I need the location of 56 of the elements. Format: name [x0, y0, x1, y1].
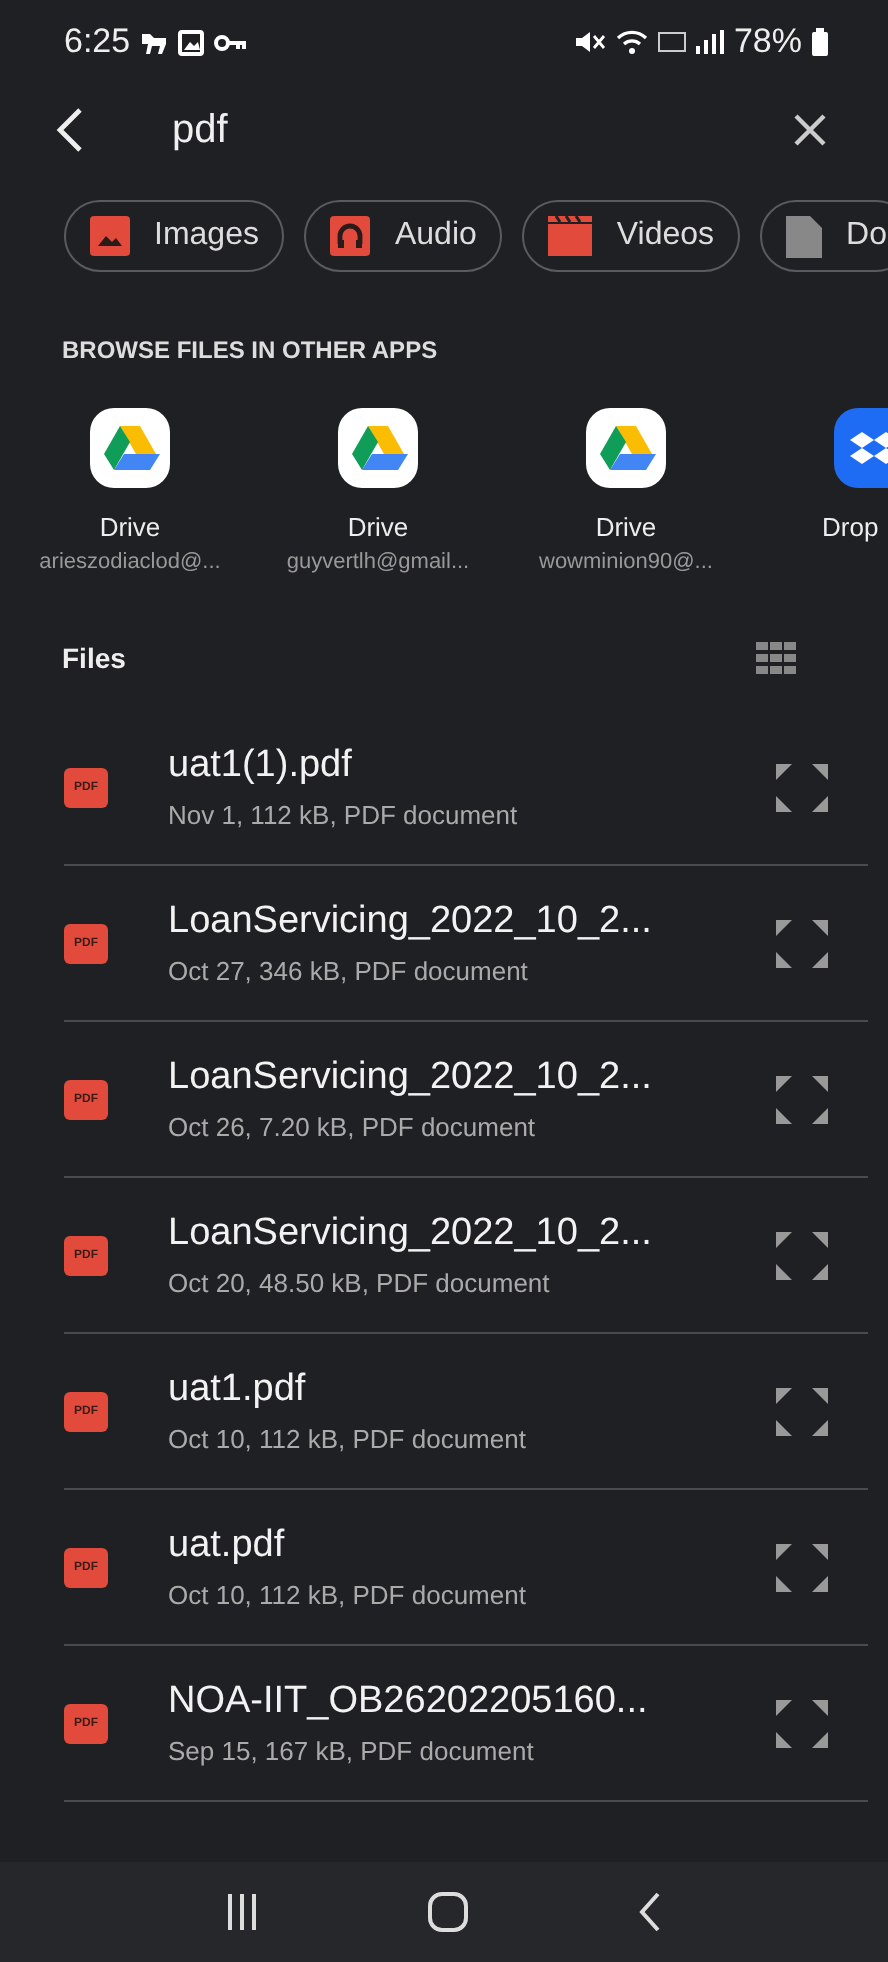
account-email: guyvertlh@gmail... — [286, 550, 470, 574]
file-details: Sep 15, 167 kB, PDF document — [168, 1736, 536, 1766]
file-details: Oct 27, 346 kB, PDF document — [168, 956, 530, 986]
filter-chip[interactable]: Do — [760, 200, 888, 272]
clock-time: 6:25 — [64, 22, 131, 62]
file-details: Oct 26, 7.20 kB, PDF document — [168, 1112, 538, 1142]
home-icon[interactable] — [427, 1892, 468, 1932]
app-name: Drop — [822, 512, 879, 542]
close-icon[interactable] — [792, 112, 828, 148]
file-name: LoanServicing_2022_10_2... — [168, 1056, 654, 1100]
key-icon — [214, 33, 247, 51]
signal-icon — [695, 30, 724, 54]
battery-icon — [812, 28, 828, 56]
file-name: LoanServicing_2022_10_2... — [168, 1212, 654, 1256]
wifi-icon — [615, 30, 648, 54]
expand-icon[interactable] — [776, 919, 828, 967]
back-icon[interactable] — [638, 1892, 663, 1932]
file-details: Nov 1, 112 kB, PDF document — [168, 800, 520, 830]
account-email: wowminion90@... — [539, 550, 713, 574]
expand-icon[interactable] — [776, 1387, 828, 1435]
file-details: Oct 10, 112 kB, PDF document — [168, 1580, 528, 1610]
app-name: Drive — [595, 512, 657, 542]
expand-icon[interactable] — [776, 1699, 828, 1747]
image-icon — [90, 216, 130, 256]
filter-chip[interactable]: Videos — [522, 200, 741, 272]
filter-chip[interactable]: Audio — [304, 200, 503, 272]
expand-icon[interactable] — [776, 1231, 828, 1279]
search-field[interactable]: pdf — [124, 107, 752, 153]
file-details: Oct 10, 112 kB, PDF document — [168, 1424, 528, 1454]
expand-icon[interactable] — [776, 1075, 828, 1123]
drive-app-icon[interactable] — [90, 408, 170, 488]
recent-apps-icon[interactable] — [225, 1894, 258, 1930]
headphones-icon — [330, 216, 371, 256]
filter-chip[interactable]: Images — [64, 200, 285, 272]
drive-app-icon[interactable] — [586, 408, 666, 488]
file-name: LoanServicing_2022_10_2... — [168, 900, 654, 944]
expand-icon[interactable] — [776, 1543, 828, 1591]
section-title: BROWSE FILES IN OTHER APPS — [60, 334, 440, 364]
app-name: Drive — [99, 512, 161, 542]
drive-app-icon[interactable] — [338, 408, 418, 488]
image-icon — [178, 29, 205, 55]
mute-icon — [573, 30, 606, 54]
battery-percentage: 78% — [733, 22, 802, 62]
grid-view-icon[interactable] — [756, 642, 796, 674]
back-icon[interactable] — [56, 106, 84, 154]
document-icon — [786, 214, 823, 258]
file-name: uat1(1).pdf — [168, 744, 354, 788]
expand-icon[interactable] — [776, 763, 828, 811]
file-details: Oct 20, 48.50 kB, PDF document — [168, 1268, 552, 1298]
app-name: Drive — [347, 512, 409, 542]
files-heading: Files — [62, 642, 126, 674]
clapperboard-icon — [548, 216, 593, 256]
file-name: uat.pdf — [168, 1524, 287, 1568]
file-name: NOA-IIT_OB26202205160... — [168, 1680, 650, 1724]
account-email: arieszodiaclod@... — [39, 550, 221, 574]
file-name: uat1.pdf — [168, 1368, 308, 1412]
